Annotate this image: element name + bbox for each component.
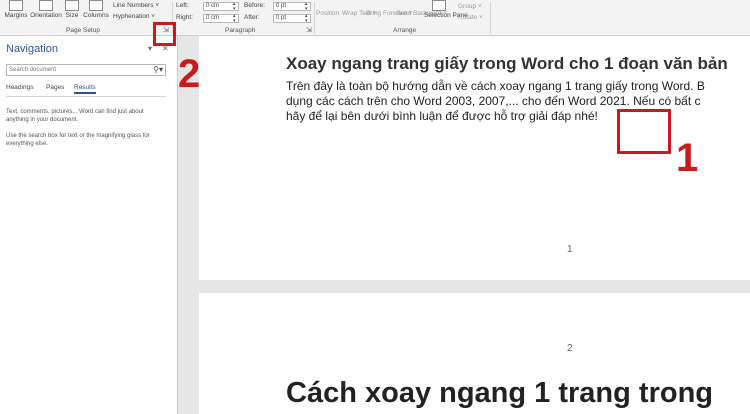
callout-number-1: 1: [676, 136, 699, 180]
size-button[interactable]: Size: [64, 0, 80, 19]
indent-left-field[interactable]: 0 cm: [203, 2, 239, 12]
indent-right-label: Right:: [176, 14, 193, 21]
selection-pane-button[interactable]: Selection Pane: [424, 0, 468, 19]
margins-icon: [9, 0, 23, 11]
arrange-group-label: Arrange: [393, 27, 417, 34]
page-number: 2: [567, 343, 573, 354]
search-icon[interactable]: ⚲▾: [153, 65, 163, 75]
hyphenation-button[interactable]: Hyphenation ˅: [113, 13, 155, 20]
divider: [314, 2, 315, 34]
margins-button[interactable]: Margins: [4, 0, 28, 19]
tab-pages[interactable]: Pages: [46, 84, 64, 91]
navigation-pane: Navigation ▾ ✕ Search document ⚲▾ Headin…: [0, 36, 178, 414]
orientation-button[interactable]: Orientation: [30, 0, 62, 19]
rotate-button[interactable]: Rotate ˅: [458, 14, 483, 21]
paragraph-line: dụng các cách trên cho Word 2003, 2007,.…: [286, 94, 701, 108]
ribbon: Margins Orientation Size Columns Line Nu…: [0, 0, 750, 36]
tab-results[interactable]: Results: [74, 84, 96, 94]
navigation-title: Navigation: [6, 43, 58, 55]
page-number: 1: [567, 244, 573, 255]
page-1[interactable]: Xoay ngang trang giấy trong Word cho 1 đ…: [199, 36, 750, 280]
page-setup-group-label: Page Setup: [66, 27, 100, 34]
columns-icon: [89, 0, 103, 11]
document-area[interactable]: Xoay ngang trang giấy trong Word cho 1 đ…: [179, 36, 750, 414]
tab-headings[interactable]: Headings: [6, 84, 33, 91]
group-button[interactable]: Group ˅: [458, 3, 482, 10]
spacing-after-field[interactable]: 0 pt: [273, 14, 311, 24]
highlight-box-page-setup-launcher: [153, 22, 176, 46]
page-2[interactable]: 2 Cách xoay ngang 1 trang trong: [199, 293, 750, 414]
search-input[interactable]: Search document ⚲▾: [6, 64, 166, 76]
size-icon: [65, 0, 79, 11]
indent-right-field[interactable]: 0 cm: [203, 14, 239, 24]
spacing-after-label: After:: [244, 14, 260, 21]
highlight-box-cursor: [617, 109, 671, 154]
paragraph-line: hãy để lại bên dưới bình luận để được hỗ…: [286, 109, 598, 123]
spacing-before-field[interactable]: 0 pt: [273, 2, 311, 12]
section-heading: Xoay ngang trang giấy trong Word cho 1 đ…: [286, 54, 728, 73]
search-placeholder: Search document: [9, 67, 57, 73]
results-message: Text, comments, pictures... Word can fin…: [6, 109, 144, 123]
indent-left-label: Left:: [176, 2, 189, 9]
paragraph-dialog-launcher-icon[interactable]: ⇲: [306, 26, 312, 34]
page-2-heading: Cách xoay ngang 1 trang trong: [286, 377, 713, 409]
selection-pane-icon: [432, 0, 446, 11]
pane-options-icon[interactable]: ▾: [148, 44, 152, 53]
line-numbers-button[interactable]: Line Numbers ˅: [113, 2, 159, 9]
search-hint: Use the search box for text or the magni…: [6, 133, 150, 147]
divider: [6, 96, 166, 97]
callout-number-2: 2: [178, 52, 201, 96]
body-paragraph: Trên đây là toàn bộ hướng dẫn về cách xo…: [286, 79, 750, 124]
position-button[interactable]: Position: [316, 10, 339, 17]
paragraph-line: Trên đây là toàn bộ hướng dẫn về cách xo…: [286, 79, 705, 93]
columns-button[interactable]: Columns: [82, 0, 110, 19]
paragraph-group-label: Paragraph: [225, 27, 256, 34]
divider: [490, 2, 491, 34]
spacing-before-label: Before:: [244, 2, 265, 9]
orientation-icon: [39, 0, 53, 11]
